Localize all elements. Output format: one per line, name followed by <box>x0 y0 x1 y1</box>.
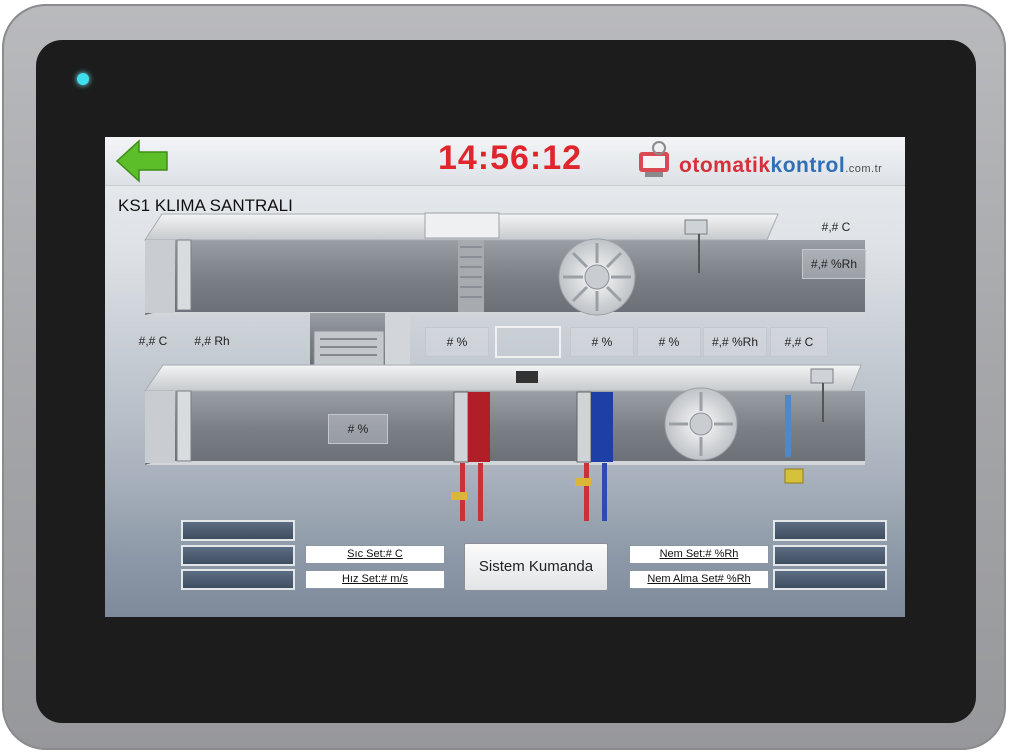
system-command-button[interactable]: Sistem Kumanda <box>464 543 608 591</box>
status-field-5 <box>773 545 887 566</box>
outdoor-humidity-readout: #,# Rh <box>194 334 230 348</box>
status-field-1 <box>181 520 295 541</box>
supply-temp-readout: #,# C <box>821 220 851 234</box>
hmi-screen: 14:56:12 otomatikkontrol.com.tr KS1 KLIM… <box>105 137 905 617</box>
outdoor-temp-readout: #,# C <box>138 334 168 348</box>
damper-3-readout: # % <box>637 327 701 357</box>
humidity-setpoint-button[interactable]: Nem Set:# %Rh <box>629 545 769 564</box>
status-field-4 <box>773 520 887 541</box>
supply-humidity-readout: #,# %Rh <box>802 249 866 279</box>
status-field-2 <box>181 545 295 566</box>
return-temp-readout: #,# C <box>770 327 828 357</box>
return-humidity-readout: #,# %Rh <box>703 327 767 357</box>
heat-setpoint-button[interactable]: Sıc Set:# C <box>305 545 445 564</box>
power-led-icon <box>77 73 89 85</box>
damper-2-readout: # % <box>570 327 634 357</box>
damper-1-readout: # % <box>425 327 489 357</box>
dehumidify-setpoint-button[interactable]: Nem Alma Set# %Rh <box>629 570 769 589</box>
status-field-6 <box>773 569 887 590</box>
damper-value-box <box>495 326 561 358</box>
mixing-damper-readout: # % <box>328 414 388 444</box>
status-field-3 <box>181 569 295 590</box>
speed-setpoint-button[interactable]: Hız Set:# m/s <box>305 570 445 589</box>
